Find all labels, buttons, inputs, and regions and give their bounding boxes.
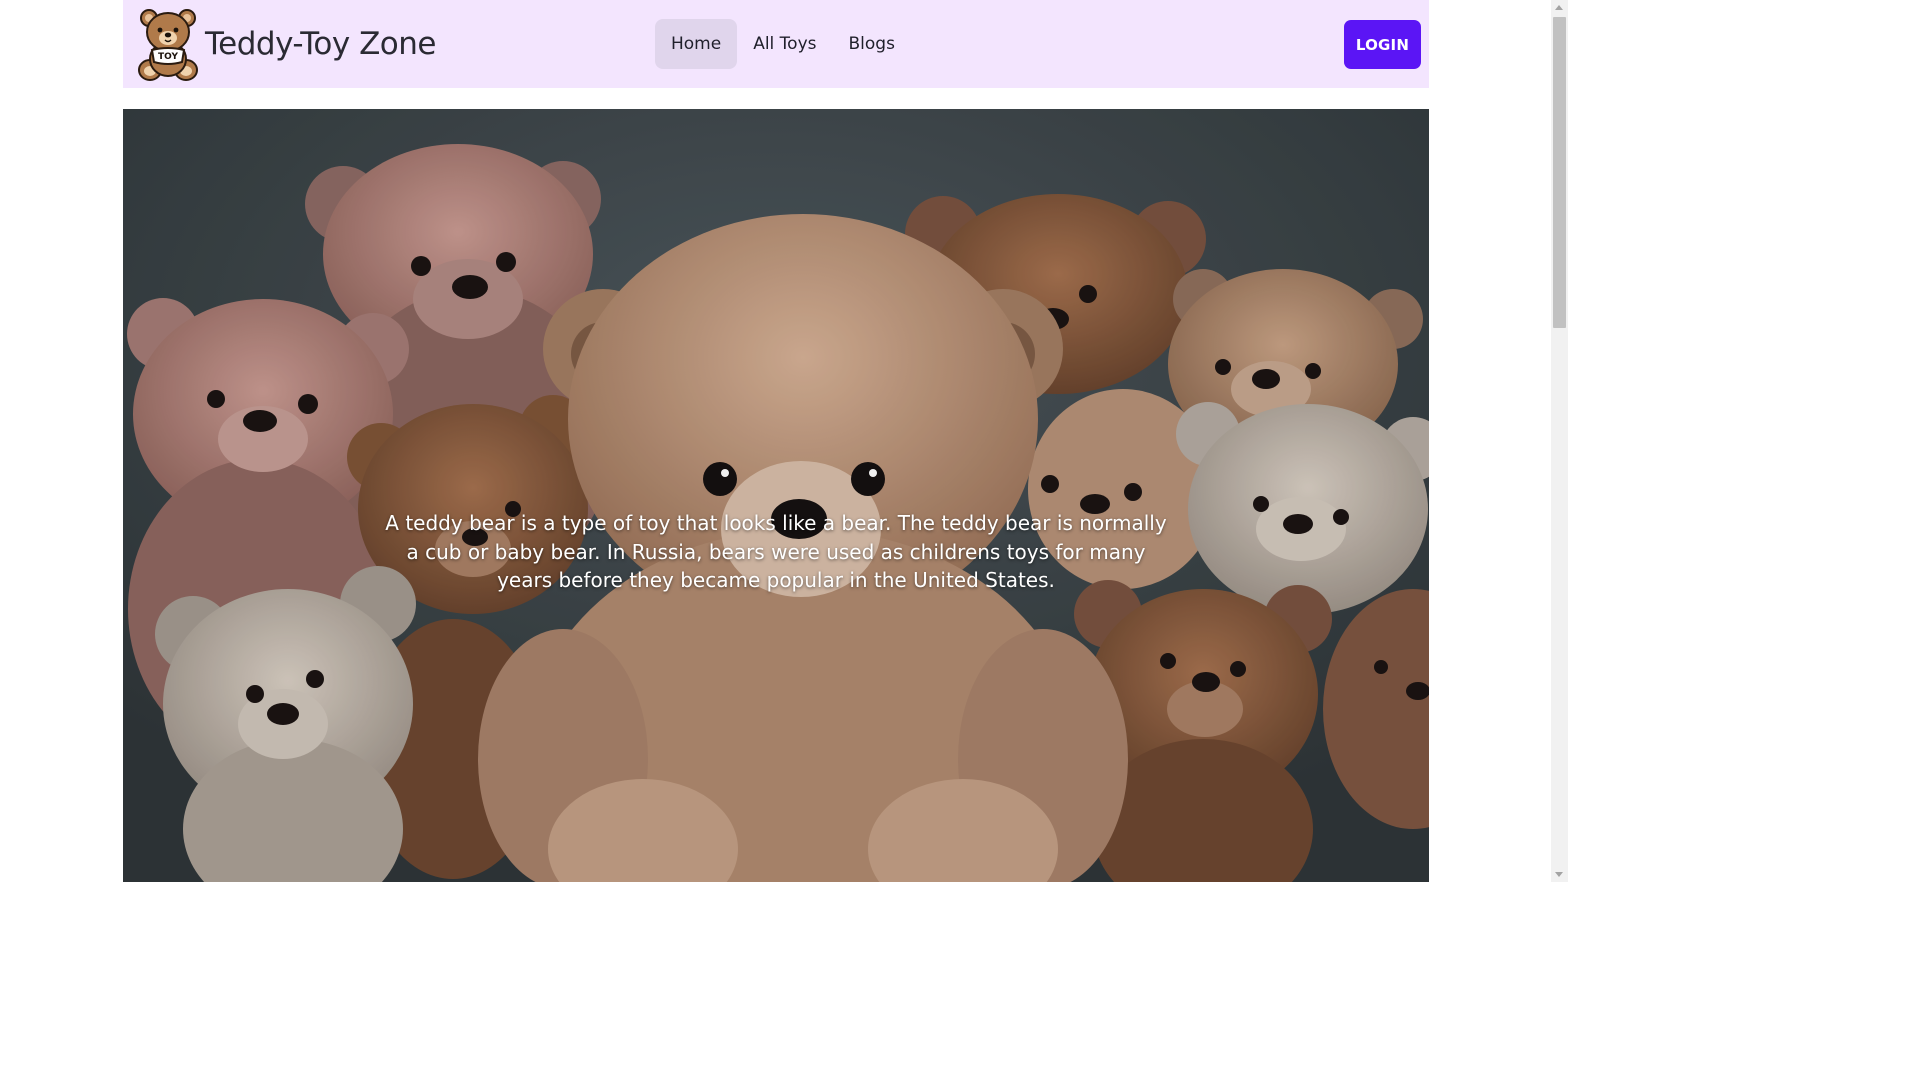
- nav-home[interactable]: Home: [655, 19, 738, 69]
- nav-links: Home All Toys Blogs: [655, 19, 911, 69]
- scroll-up-icon[interactable]: [1555, 5, 1563, 10]
- logo-text: TOY: [158, 52, 178, 62]
- teddy-bear-logo-icon: TOY: [138, 9, 198, 81]
- nav-blogs[interactable]: Blogs: [833, 19, 911, 69]
- hero-text: A teddy bear is a type of toy that looks…: [385, 511, 1167, 592]
- hero-banner: A teddy bear is a type of toy that looks…: [123, 109, 1429, 882]
- scroll-down-icon[interactable]: [1555, 872, 1563, 877]
- brand-name: Teddy-Toy Zone: [205, 26, 437, 62]
- nav-all-toys[interactable]: All Toys: [737, 19, 832, 69]
- page-scrollbar[interactable]: [1551, 0, 1568, 882]
- teddy-bears-photo: [123, 109, 1429, 882]
- navbar: TOY Teddy-Toy Zone Home All Toys Blogs L…: [123, 0, 1429, 88]
- brand-link[interactable]: TOY Teddy-Toy Zone: [137, 6, 437, 82]
- scroll-thumb[interactable]: [1553, 17, 1566, 328]
- login-button[interactable]: LOGIN: [1344, 20, 1421, 69]
